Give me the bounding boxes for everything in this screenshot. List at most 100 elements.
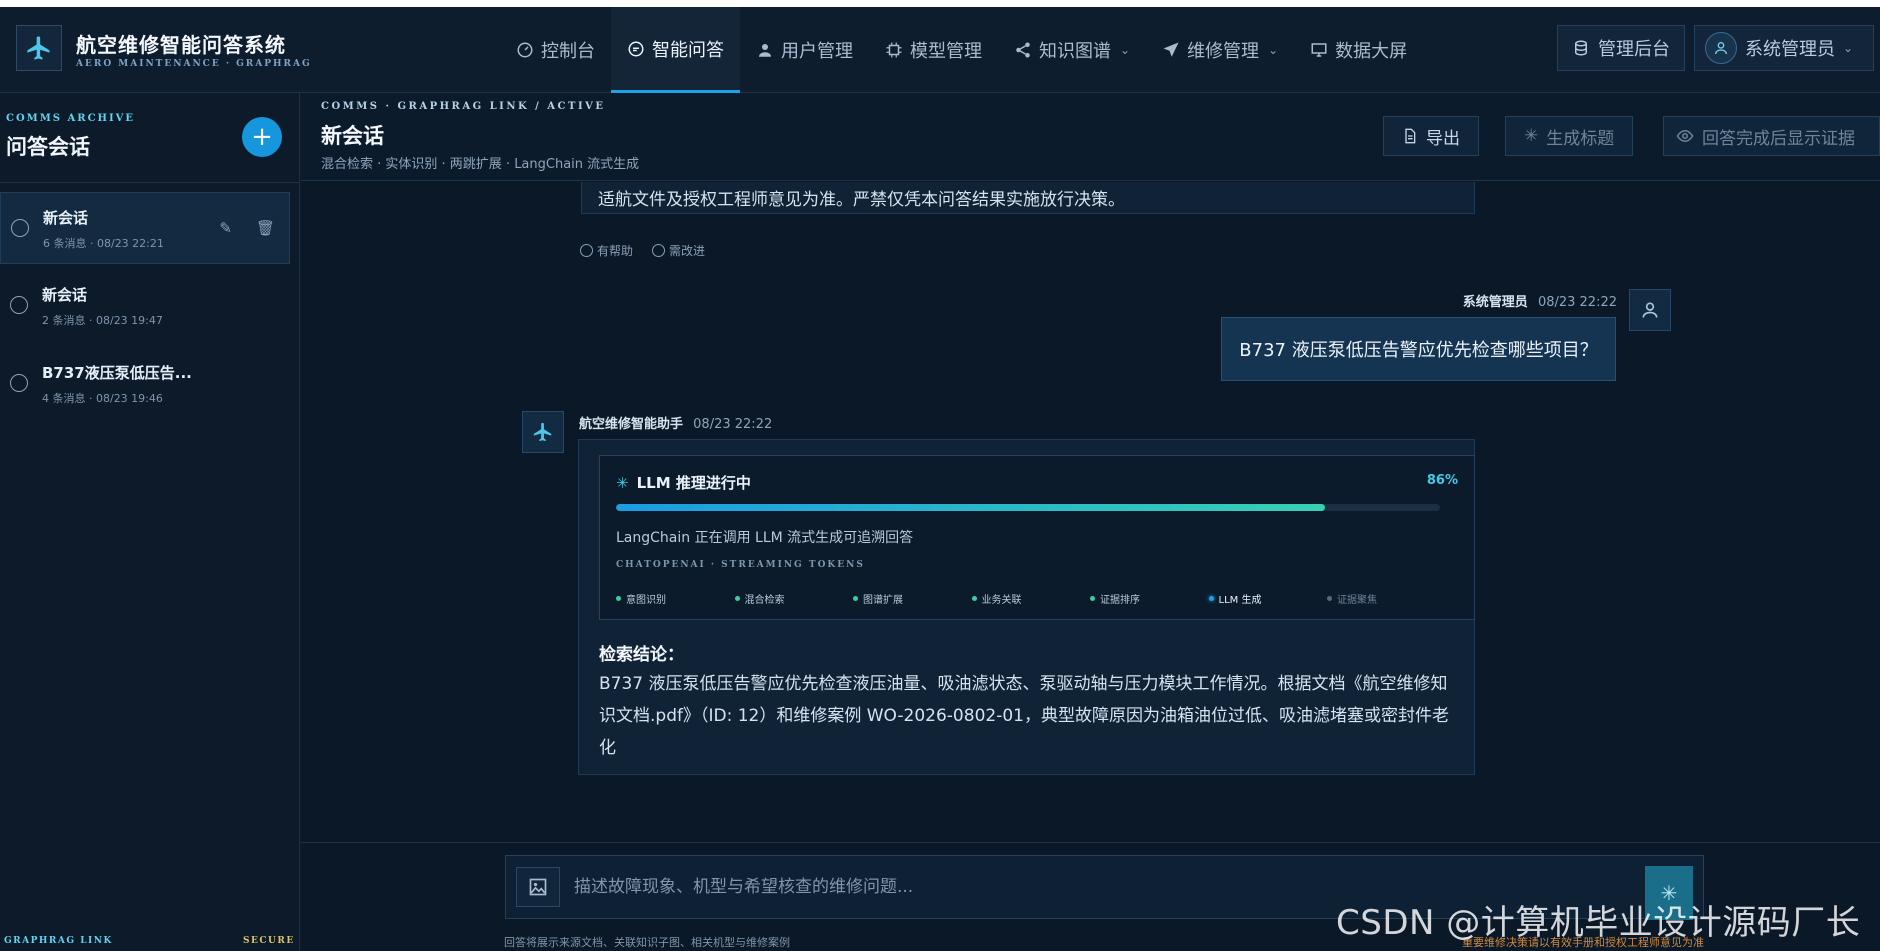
share-icon xyxy=(1016,42,1030,58)
status-dot-icon xyxy=(971,596,977,601)
monitor-icon xyxy=(1311,43,1327,57)
main-nav: 控制台 智能问答 用户管理 模型管理 知识图谱 ⌄ 维修管理 ⌄ 数据大屏 xyxy=(500,7,1423,93)
status-dot-icon xyxy=(616,596,621,601)
nav-item-maintenance[interactable]: 维修管理 ⌄ xyxy=(1146,7,1294,93)
show-evidence-label: 回答完成后显示证据 xyxy=(1702,128,1855,149)
nav-item-users[interactable]: 用户管理 xyxy=(740,7,869,93)
avatar xyxy=(1705,32,1737,64)
llm-progress-percent: 86% xyxy=(1426,473,1458,488)
llm-progress-card: ✳ LLM 推理进行中 86% LangChain 正在调用 LLM 流式生成可… xyxy=(599,455,1475,620)
feedback-helpful[interactable]: 有帮助 xyxy=(580,242,633,259)
chat-header: COMMS · GRAPHRAG LINK / ACTIVE 新会话 混合检索 … xyxy=(301,93,1880,181)
user-message-meta: 系统管理员 08/23 22:22 xyxy=(1463,291,1617,310)
admin-backend-button[interactable]: 管理后台 xyxy=(1557,25,1685,71)
pipeline-step: 意图识别 xyxy=(616,591,735,606)
pipeline-step: 图谱扩展 xyxy=(853,591,972,606)
airplane-icon xyxy=(533,422,552,442)
nav-label: 数据大屏 xyxy=(1335,41,1408,62)
conversation-title: 新会话 xyxy=(42,286,88,304)
sidebar-title: 问答会话 xyxy=(6,135,90,159)
conversation-meta: 4 条消息 · 08/23 19:46 xyxy=(42,392,163,405)
nav-label: 控制台 xyxy=(541,41,595,62)
llm-progress-title: LLM 推理进行中 xyxy=(636,474,751,492)
assistant-message-bubble: ✳ LLM 推理进行中 86% LangChain 正在调用 LLM 流式生成可… xyxy=(578,439,1475,775)
sidebar-footer-status: SECURE xyxy=(243,936,295,946)
user-message-bubble: B737 液压泵低压告警应优先检查哪些项目？ xyxy=(1221,317,1616,381)
new-conversation-button[interactable]: + xyxy=(242,117,282,157)
conversation-sidebar: COMMS ARCHIVE 问答会话 + 新会话 6 条消息 · 08/23 2… xyxy=(0,93,300,951)
top-header: 航空维修智能问答系统 AERO MAINTENANCE · GRAPHRAG 控… xyxy=(0,7,1880,93)
chat-messages: 适航文件及授权工程师意见为准。严禁仅凭本问答结果实施放行决策。 有帮助 需改进 … xyxy=(301,182,1880,842)
conversation-actions: ✎ 🗑 xyxy=(219,219,275,237)
conversation-meta: 2 条消息 · 08/23 19:47 xyxy=(42,314,163,327)
chat-bubble-icon xyxy=(10,296,28,314)
brand-title: 航空维修智能问答系统 xyxy=(76,33,286,57)
chat-eyebrow: COMMS · GRAPHRAG LINK / ACTIVE xyxy=(321,101,606,112)
nav-item-models[interactable]: 模型管理 xyxy=(869,7,998,93)
status-dot-icon xyxy=(853,596,858,601)
status-dot-icon xyxy=(1327,596,1332,601)
conversation-title: B737液压泵低压告... xyxy=(42,364,192,382)
show-evidence-button[interactable]: 回答完成后显示证据 xyxy=(1663,116,1880,156)
user-message-text: B737 液压泵低压告警应优先检查哪些项目？ xyxy=(1239,340,1598,361)
nav-label: 知识图谱 xyxy=(1039,41,1111,62)
chat-bubble-icon xyxy=(11,219,29,237)
previous-assistant-bubble: 适航文件及授权工程师意见为准。严禁仅凭本问答结果实施放行决策。 xyxy=(581,182,1475,214)
page-title: 新会话 xyxy=(321,124,384,148)
answer-text: B737 液压泵低压告警应优先检查液压油量、吸油滤状态、泵驱动轴与压力模块工作情… xyxy=(599,674,1449,758)
user-message-name: 系统管理员 xyxy=(1462,295,1528,310)
user-menu[interactable]: 系统管理员 ⌄ xyxy=(1694,25,1874,71)
airplane-icon xyxy=(27,36,50,60)
pipeline-steps: 意图识别 混合检索 图谱扩展 业务关联 证据排序 LLM 生成 证据聚焦 xyxy=(616,591,1446,606)
conversation-meta: 6 条消息 · 08/23 22:21 xyxy=(43,237,164,250)
nav-item-dashboard[interactable]: 控制台 xyxy=(500,7,611,93)
nav-label: 维修管理 xyxy=(1187,41,1260,62)
nav-item-data-screen[interactable]: 数据大屏 xyxy=(1294,7,1423,93)
pipeline-step: 证据聚焦 xyxy=(1327,591,1446,606)
pipeline-step-label: 证据排序 xyxy=(1100,595,1140,606)
conversation-item[interactable]: B737液压泵低压告... 4 条消息 · 08/23 19:46 xyxy=(0,348,290,420)
app-logo[interactable] xyxy=(16,25,62,71)
generate-title-label: 生成标题 xyxy=(1546,128,1615,149)
assistant-time: 08/23 22:22 xyxy=(693,417,773,432)
assistant-avatar xyxy=(522,411,564,453)
info-circle-icon xyxy=(652,244,665,257)
export-label: 导出 xyxy=(1426,128,1460,149)
nav-label: 用户管理 xyxy=(781,41,853,62)
conversation-item[interactable]: 新会话 6 条消息 · 08/23 22:21 ✎ 🗑 xyxy=(0,192,290,264)
feedback-improve[interactable]: 需改进 xyxy=(652,242,705,259)
image-icon xyxy=(529,878,547,896)
user-avatar xyxy=(1629,289,1671,331)
user-icon xyxy=(1642,302,1658,318)
composer-hint: 回答将展示来源文档、关联知识子图、相关机型与维修案例 xyxy=(504,936,790,949)
previous-message-tail: 适航文件及授权工程师意见为准。严禁仅凭本问答结果实施放行决策。 xyxy=(598,190,1125,210)
feedback-improve-label: 需改进 xyxy=(669,244,706,258)
chevron-down-icon: ⌄ xyxy=(1120,43,1131,57)
feedback-helpful-label: 有帮助 xyxy=(597,244,634,258)
nav-item-smart-qa[interactable]: 智能问答 xyxy=(611,7,740,93)
pipeline-step: 业务关联 xyxy=(971,591,1091,606)
attach-image-button[interactable] xyxy=(516,867,560,907)
llm-progress-header: ✳ LLM 推理进行中 xyxy=(616,472,751,493)
sidebar-eyebrow: COMMS ARCHIVE xyxy=(6,113,136,124)
sidebar-divider xyxy=(0,182,300,183)
spinner-icon: ✳ xyxy=(616,473,629,492)
status-dot-icon xyxy=(1208,596,1214,601)
pipeline-step: LLM 生成 xyxy=(1208,591,1328,606)
generate-title-button[interactable]: ✳ 生成标题 xyxy=(1505,116,1634,156)
export-button[interactable]: 导出 xyxy=(1383,116,1479,156)
user-icon xyxy=(1715,42,1727,55)
paper-plane-icon xyxy=(1163,42,1179,57)
pipeline-step-label: 业务关联 xyxy=(981,595,1022,606)
pipeline-step: 混合检索 xyxy=(734,591,854,606)
nav-label: 模型管理 xyxy=(910,41,982,62)
status-dot-icon xyxy=(734,596,740,601)
database-icon xyxy=(1575,40,1587,56)
nav-item-knowledge-graph[interactable]: 知识图谱 ⌄ xyxy=(998,7,1146,93)
conversation-item[interactable]: 新会话 2 条消息 · 08/23 19:47 xyxy=(0,270,290,342)
trash-icon[interactable]: 🗑 xyxy=(256,219,275,237)
edit-icon[interactable]: ✎ xyxy=(219,219,232,237)
progress-fill xyxy=(616,504,1325,511)
chat-icon xyxy=(628,41,644,56)
gauge-icon xyxy=(517,42,533,58)
